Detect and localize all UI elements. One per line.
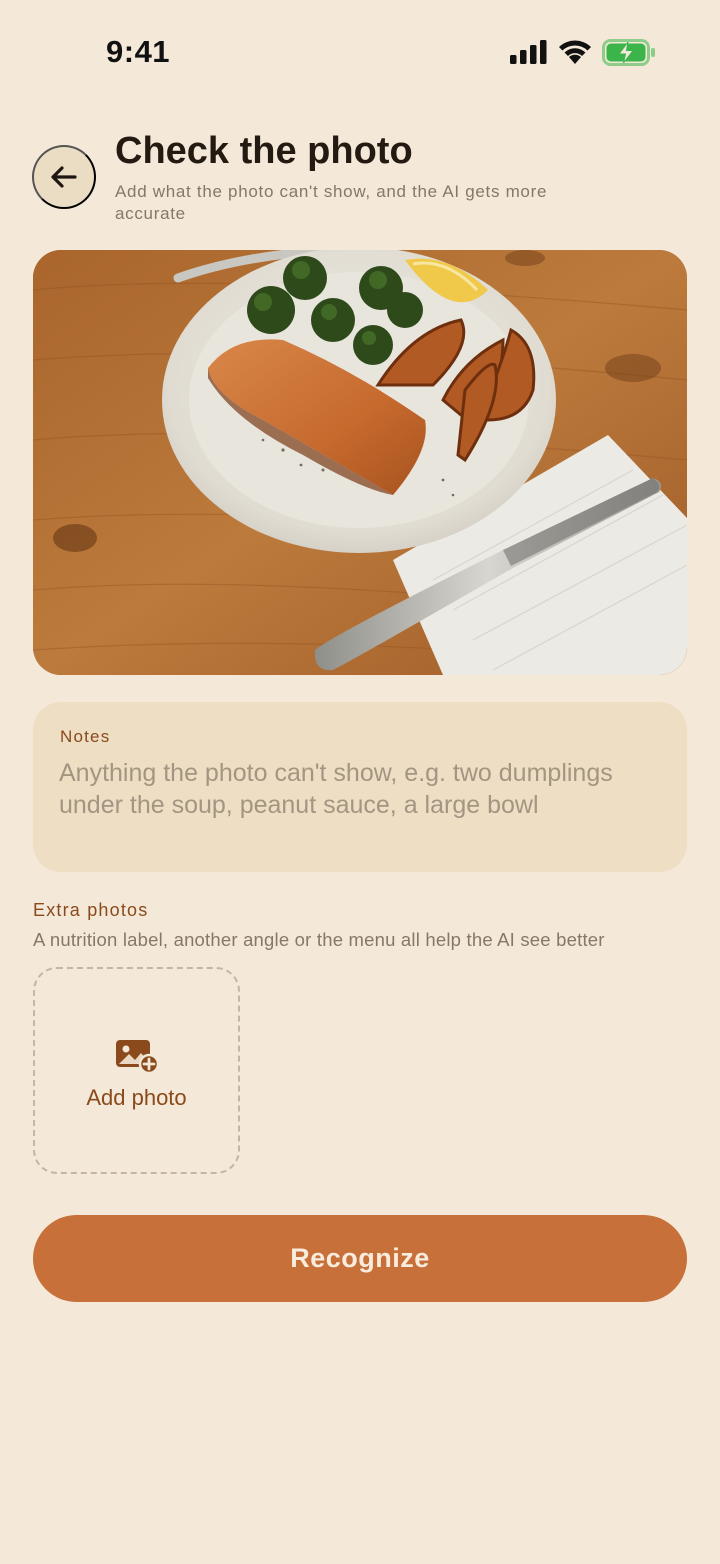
add-image-icon [115,1039,159,1073]
extra-photos-description: A nutrition label, another angle or the … [33,929,605,950]
add-photo-button[interactable]: Add photo [33,967,240,1174]
notes-label: Notes [60,727,111,746]
battery-charging-icon [602,39,655,66]
food-photo-illustration [33,250,687,675]
notes-card[interactable]: Notes [33,702,687,872]
status-time: 9:41 [106,34,171,69]
signal-icon [510,40,547,64]
back-button[interactable] [32,145,96,209]
recognize-button[interactable]: Recognize [33,1215,687,1302]
food-photo[interactable] [33,250,687,675]
extra-photos-title: Extra photos [33,900,149,920]
notes-input[interactable] [59,757,669,857]
status-bar: 9:41 [0,0,720,100]
page-subtitle: Add what the photo can't show, and the A… [115,182,548,223]
arrow-left-icon [51,166,77,188]
add-photo-label: Add photo [86,1084,187,1110]
page-title: Check the photo [115,130,413,172]
wifi-icon [559,40,591,64]
